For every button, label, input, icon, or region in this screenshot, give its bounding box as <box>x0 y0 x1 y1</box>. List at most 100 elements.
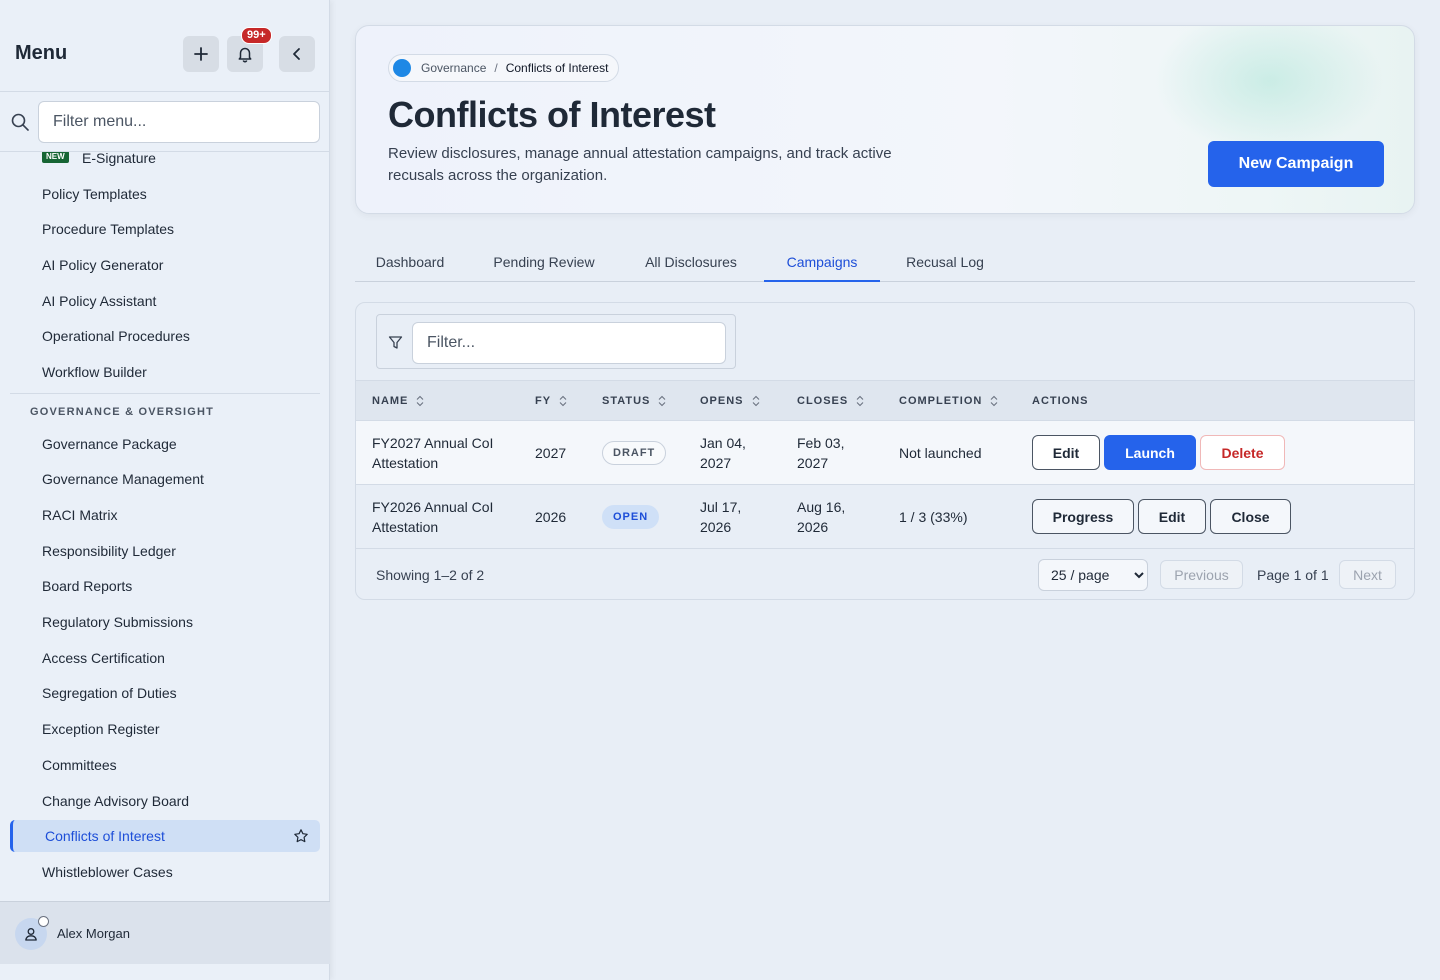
new-badge: NEW <box>42 152 69 163</box>
sidebar-item-responsibility-ledger[interactable]: Responsibility Ledger <box>10 535 320 567</box>
campaign-name[interactable]: FY2027 Annual CoI Attestation <box>372 433 493 473</box>
page-title: Conflicts of Interest <box>388 94 716 135</box>
fiscal-year: 2027 <box>535 445 567 461</box>
section-label-governance: GOVERNANCE & OVERSIGHT <box>30 406 215 418</box>
sidebar-item-label: Policy Templates <box>42 186 147 202</box>
sort-icon <box>417 395 424 407</box>
sidebar-item-label: Regulatory Submissions <box>42 614 193 630</box>
sidebar-item-conflicts-of-interest[interactable]: Conflicts of Interest <box>10 820 320 852</box>
column-header-fy[interactable]: FY <box>535 395 568 407</box>
column-header-name[interactable]: NAME <box>372 395 425 407</box>
sidebar-item-label: Workflow Builder <box>42 364 147 380</box>
sidebar-item-label: Access Certification <box>42 650 165 666</box>
sidebar-item-exception-register[interactable]: Exception Register <box>10 713 320 745</box>
sidebar-item-governance-management[interactable]: Governance Management <box>10 463 320 495</box>
plus-icon <box>194 47 208 61</box>
sidebar-item-e-signature[interactable]: NEW E-Signature <box>10 152 320 174</box>
tab-dashboard[interactable]: Dashboard <box>355 245 465 282</box>
column-label: NAME <box>372 395 409 407</box>
breadcrumb: Governance / Conflicts of Interest <box>388 54 620 82</box>
date-line: Jan 04, <box>700 435 746 451</box>
sidebar-item-ai-policy-generator[interactable]: AI Policy Generator <box>10 249 320 281</box>
sidebar-item-label: Whistleblower Cases <box>42 864 173 880</box>
header-decoration <box>1154 26 1384 156</box>
tab-campaigns[interactable]: Campaigns <box>764 245 880 282</box>
tab-recusal-log[interactable]: Recusal Log <box>885 245 1005 282</box>
status-indicator-icon <box>38 916 49 927</box>
column-header-closes[interactable]: CLOSES <box>797 395 865 407</box>
campaign-name[interactable]: FY2026 Annual CoI Attestation <box>372 497 493 537</box>
breadcrumb-separator: / <box>494 61 498 75</box>
sidebar-item-label: AI Policy Generator <box>42 257 164 273</box>
date-line: 2026 <box>797 519 829 535</box>
sidebar-title: Menu <box>15 42 68 64</box>
previous-page-button[interactable]: Previous <box>1160 560 1243 589</box>
sidebar-item-procedure-templates[interactable]: Procedure Templates <box>10 213 320 245</box>
date-line: Aug 16, <box>797 499 846 515</box>
page-size-select[interactable]: 25 / page <box>1038 559 1148 591</box>
sidebar-item-label: RACI Matrix <box>42 507 118 523</box>
breadcrumb-parent[interactable]: Governance <box>421 61 486 75</box>
campaign-name-line: Attestation <box>372 455 439 471</box>
edit-button[interactable]: Edit <box>1138 499 1206 534</box>
page-info: Page 1 of 1 <box>1257 567 1329 583</box>
sidebar-item-label: Governance Package <box>42 436 177 452</box>
sidebar-item-policy-templates[interactable]: Policy Templates <box>10 178 320 210</box>
sidebar-item-raci-matrix[interactable]: RACI Matrix <box>10 499 320 531</box>
sidebar-item-segregation-of-duties[interactable]: Segregation of Duties <box>10 677 320 709</box>
avatar[interactable] <box>15 916 49 950</box>
sort-icon <box>990 395 998 407</box>
sidebar-item-label: Conflicts of Interest <box>45 828 165 844</box>
column-label: STATUS <box>602 395 651 407</box>
sidebar-item-governance-package[interactable]: Governance Package <box>10 428 320 460</box>
delete-button[interactable]: Delete <box>1200 435 1285 470</box>
table-filter-input[interactable] <box>412 322 726 364</box>
sidebar-item-access-certification[interactable]: Access Certification <box>10 642 320 674</box>
section-divider <box>10 393 320 394</box>
progress-button[interactable]: Progress <box>1032 499 1134 534</box>
sort-icon <box>752 395 759 407</box>
next-page-button[interactable]: Next <box>1339 560 1396 589</box>
filter-menu-input[interactable] <box>38 101 320 143</box>
tab-all-disclosures[interactable]: All Disclosures <box>623 245 759 282</box>
sidebar-item-label: Change Advisory Board <box>42 793 190 809</box>
table-footer: Showing 1–2 of 2 25 / page Previous Page… <box>356 549 1414 599</box>
date-line: 2027 <box>797 455 829 471</box>
collapse-sidebar-button[interactable] <box>279 36 315 72</box>
sidebar-item-ai-policy-assistant[interactable]: AI Policy Assistant <box>10 285 320 317</box>
column-label: OPENS <box>700 395 744 407</box>
chevron-left-icon <box>293 48 300 60</box>
star-icon[interactable] <box>293 828 309 844</box>
sidebar-item-operational-procedures[interactable]: Operational Procedures <box>10 320 320 352</box>
launch-button[interactable]: Launch <box>1104 435 1196 470</box>
tab-pending-review[interactable]: Pending Review <box>473 245 615 282</box>
closes-date: Feb 03, 2027 <box>797 433 844 473</box>
sidebar-item-whistleblower-cases[interactable]: Whistleblower Cases <box>10 856 320 888</box>
add-button[interactable] <box>183 36 219 72</box>
notification-count-badge: 99+ <box>241 27 272 44</box>
column-label: FY <box>535 395 552 407</box>
page-description: Review disclosures, manage annual attest… <box>388 145 892 184</box>
opens-date: Jan 04, 2027 <box>700 433 746 473</box>
completion-status: Not launched <box>899 445 982 461</box>
sort-icon <box>658 395 666 407</box>
column-header-actions: ACTIONS <box>1032 395 1089 407</box>
campaign-name-line: FY2027 Annual CoI <box>372 435 494 451</box>
sort-icon <box>856 395 864 407</box>
sidebar-item-workflow-builder[interactable]: Workflow Builder <box>10 356 320 388</box>
sidebar-item-label: Governance Management <box>42 471 204 487</box>
campaign-name-line: FY2026 Annual CoI <box>372 499 494 515</box>
sidebar-item-board-reports[interactable]: Board Reports <box>10 570 320 602</box>
column-header-completion[interactable]: COMPLETION <box>899 395 999 407</box>
close-campaign-button[interactable]: Close <box>1210 499 1291 534</box>
sidebar-item-regulatory-submissions[interactable]: Regulatory Submissions <box>10 606 320 638</box>
column-header-opens[interactable]: OPENS <box>700 395 761 407</box>
edit-button[interactable]: Edit <box>1032 435 1100 470</box>
date-line: 2026 <box>700 519 732 535</box>
sidebar-item-change-advisory-board[interactable]: Change Advisory Board <box>10 785 320 817</box>
new-campaign-button[interactable]: New Campaign <box>1208 141 1384 187</box>
sidebar-item-committees[interactable]: Committees <box>10 749 320 781</box>
notifications-button[interactable]: 99+ <box>227 27 272 72</box>
column-header-status[interactable]: STATUS <box>602 395 667 407</box>
tab-bar: Dashboard Pending Review All Disclosures… <box>355 245 1415 282</box>
